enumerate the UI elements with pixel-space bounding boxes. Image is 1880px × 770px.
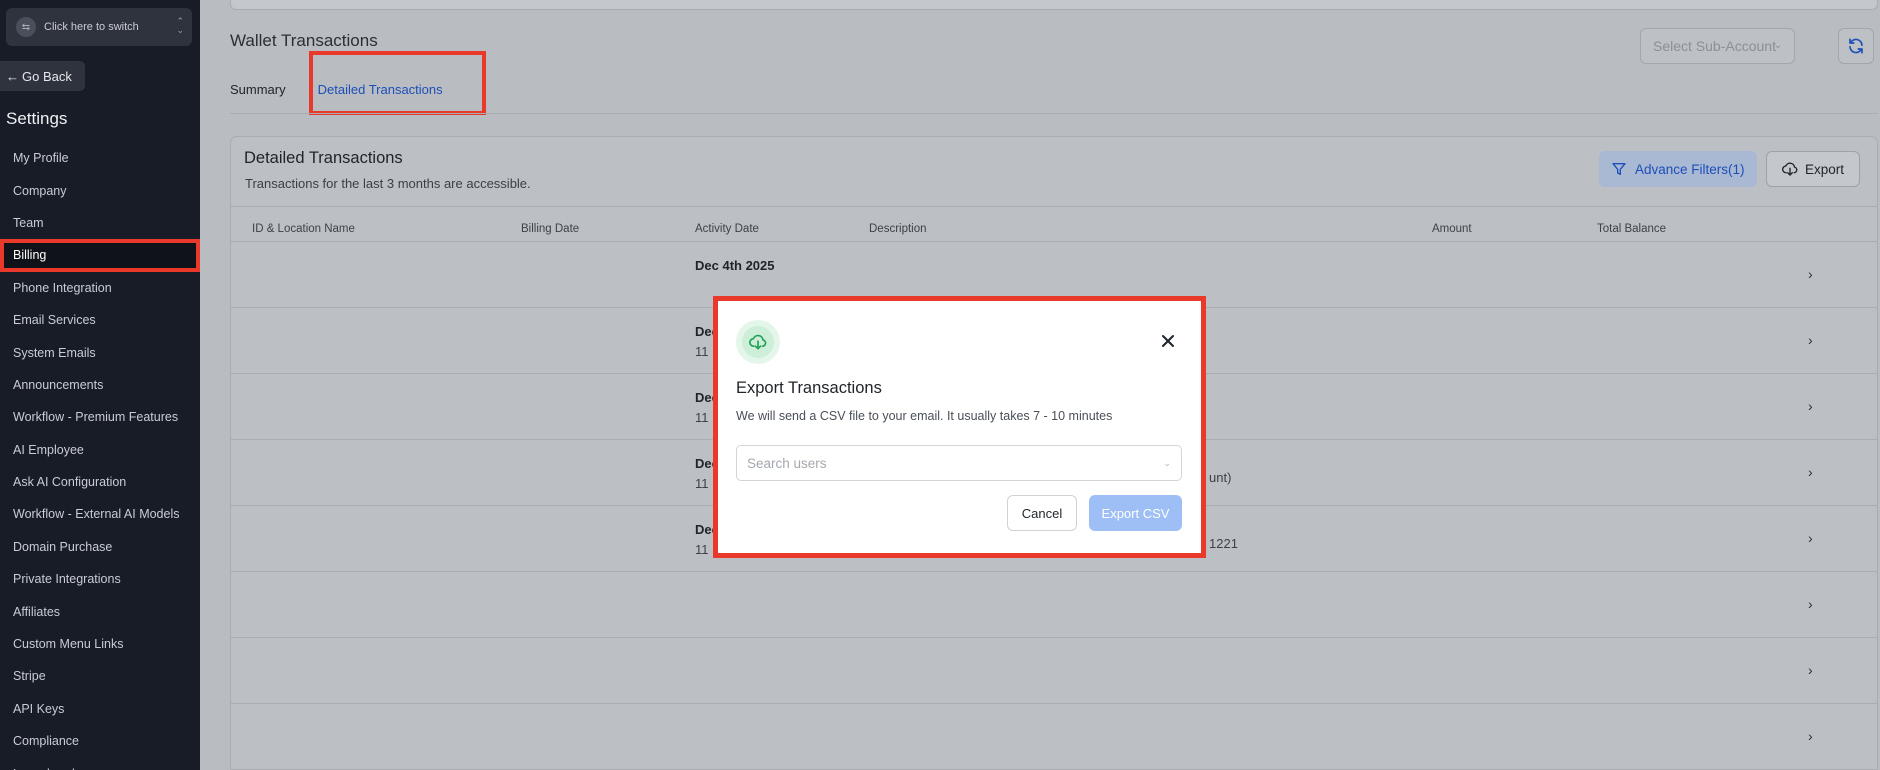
row-activity-time: 11 <box>695 476 709 491</box>
sidebar-item-team[interactable]: Team <box>0 207 200 239</box>
sidebar-item-private-integrations[interactable]: Private Integrations <box>0 563 200 595</box>
switch-icon: ⇆ <box>16 17 36 37</box>
col-id-location: ID & Location Name <box>252 223 355 235</box>
switcher-label: Click here to switch <box>44 21 139 33</box>
row-activity-time: 11 <box>695 344 709 359</box>
col-amount: Amount <box>1432 223 1472 235</box>
close-button[interactable] <box>1158 331 1178 351</box>
chevron-updown-icon: ⌃ ⌄ <box>176 16 184 35</box>
sidebar-item-company[interactable]: Company <box>0 174 200 206</box>
tab-summary[interactable]: Summary <box>230 82 286 104</box>
modal-description: We will send a CSV file to your email. I… <box>736 409 1113 423</box>
chevron-down-icon: ⌄ <box>1773 40 1782 51</box>
chevron-right-icon[interactable]: › <box>1808 662 1813 678</box>
chevron-right-icon[interactable]: › <box>1808 530 1813 546</box>
sidebar-item-affiliates[interactable]: Affiliates <box>0 595 200 627</box>
modal-title: Export Transactions <box>736 379 882 397</box>
export-button[interactable]: Export <box>1766 151 1860 187</box>
sidebar-item-email-services[interactable]: Email Services <box>0 304 200 336</box>
chevron-right-icon[interactable]: › <box>1808 728 1813 744</box>
sidebar-item-launchpad[interactable]: Launchpad <box>0 757 200 770</box>
refresh-icon <box>1849 38 1863 54</box>
sidebar-item-custom-menu-links[interactable]: Custom Menu Links <box>0 628 200 660</box>
top-card <box>230 0 1878 10</box>
col-billing-date: Billing Date <box>521 223 580 235</box>
row-activity-time: 11 <box>695 410 709 425</box>
sidebar-item-domain-purchase[interactable]: Domain Purchase <box>0 531 200 563</box>
subaccount-placeholder: Select Sub-Account <box>1653 38 1776 54</box>
sidebar-item-workflow-external-ai[interactable]: Workflow - External AI Models <box>0 498 200 530</box>
sidebar-item-workflow-premium[interactable]: Workflow - Premium Features <box>0 401 200 433</box>
sidebar-item-api-keys[interactable]: API Keys <box>0 693 200 725</box>
subaccount-select[interactable]: Select Sub-Account ⌄ <box>1640 28 1795 64</box>
export-label: Export <box>1805 161 1845 177</box>
chevron-right-icon[interactable]: › <box>1808 596 1813 612</box>
search-users-placeholder: Search users <box>747 455 827 471</box>
sidebar-item-announcements[interactable]: Announcements <box>0 369 200 401</box>
col-total-balance: Total Balance <box>1597 223 1667 235</box>
chevron-right-icon[interactable]: › <box>1808 332 1813 348</box>
row-activity-date: Dec 4th 2025 <box>695 258 775 273</box>
sidebar-item-stripe[interactable]: Stripe <box>0 660 200 692</box>
col-description: Description <box>869 223 927 235</box>
row-description: 1221 <box>1209 536 1238 551</box>
tab-divider <box>230 113 1878 114</box>
table-row[interactable]: › <box>231 638 1877 704</box>
sidebar-item-compliance[interactable]: Compliance <box>0 725 200 757</box>
cloud-download-icon <box>1782 162 1798 176</box>
close-icon <box>1162 335 1174 347</box>
go-back-button[interactable]: ← Go Back <box>0 61 85 91</box>
row-description: unt) <box>1209 470 1232 485</box>
sidebar: ⇆ Click here to switch ⌃ ⌄ ← Go Back Sett… <box>0 0 200 770</box>
arrow-left-icon: ← <box>6 68 19 84</box>
modal-icon-badge <box>736 320 780 364</box>
sidebar-item-billing[interactable]: Billing <box>0 239 200 272</box>
filter-icon <box>1612 163 1626 175</box>
search-users-select[interactable]: Search users ⌄ <box>736 445 1182 481</box>
tab-highlight-box <box>309 51 486 115</box>
page-title: Wallet Transactions <box>230 31 378 50</box>
sidebar-item-my-profile[interactable]: My Profile <box>0 142 200 174</box>
sidebar-item-phone-integration[interactable]: Phone Integration <box>0 272 200 304</box>
settings-nav: My Profile Company Team Billing Phone In… <box>0 142 200 770</box>
table-row[interactable]: › <box>231 572 1877 638</box>
chevron-right-icon[interactable]: › <box>1808 266 1813 282</box>
table-header: ID & Location Name Billing Date Activity… <box>231 206 1877 242</box>
cloud-download-icon <box>749 334 767 350</box>
advance-filters-button[interactable]: Advance Filters(1) <box>1599 151 1757 187</box>
card-title: Detailed Transactions <box>244 149 403 167</box>
table-row[interactable]: › <box>231 704 1877 770</box>
chevron-right-icon[interactable]: › <box>1808 398 1813 414</box>
cancel-button[interactable]: Cancel <box>1007 495 1077 531</box>
advance-filters-label: Advance Filters(1) <box>1635 161 1745 177</box>
sidebar-item-ai-employee[interactable]: AI Employee <box>0 434 200 466</box>
col-activity-date: Activity Date <box>695 223 759 235</box>
sidebar-item-ask-ai[interactable]: Ask AI Configuration <box>0 466 200 498</box>
settings-title: Settings <box>6 109 68 128</box>
account-switcher[interactable]: ⇆ Click here to switch ⌃ ⌄ <box>6 8 192 46</box>
chevron-right-icon[interactable]: › <box>1808 464 1813 480</box>
refresh-button[interactable] <box>1838 28 1874 64</box>
export-transactions-modal: Export Transactions We will send a CSV f… <box>718 301 1201 553</box>
card-subtitle: Transactions for the last 3 months are a… <box>245 176 531 191</box>
row-activity-time: 11 <box>695 542 709 557</box>
export-csv-button[interactable]: Export CSV <box>1089 495 1182 531</box>
go-back-label: Go Back <box>22 68 72 84</box>
sidebar-item-system-emails[interactable]: System Emails <box>0 336 200 368</box>
chevron-down-icon: ⌄ <box>1163 458 1171 468</box>
